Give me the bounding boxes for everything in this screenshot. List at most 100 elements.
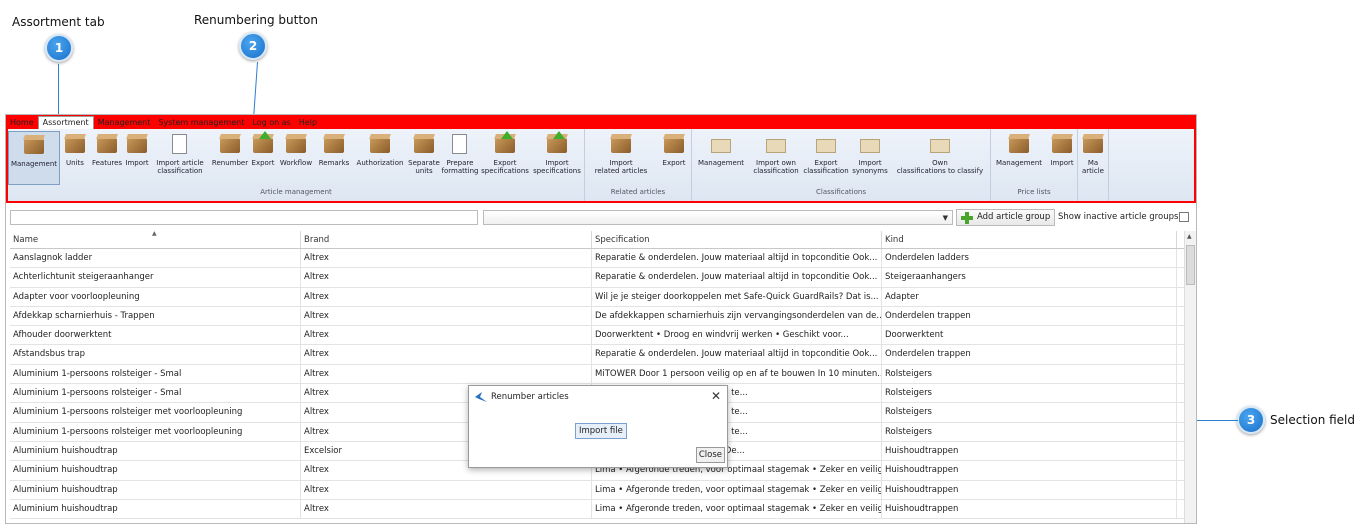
ribbon-units-button[interactable]: Units — [60, 131, 90, 185]
cell-name: Aluminium huishoudtrap — [10, 441, 301, 461]
cell-brand: Altrex — [301, 345, 592, 364]
ribbon-import-specifications-button[interactable]: Import specifications — [530, 131, 584, 185]
table-row[interactable]: Aluminium huishoudtrap Altrex Lima • Afger… — [10, 499, 1191, 520]
show-inactive-checkbox[interactable] — [1179, 212, 1189, 222]
ribbon-import-related-articles-button[interactable]: Import related articles — [585, 131, 657, 185]
ribbon-export-specifications-button[interactable]: Export specifications — [480, 131, 530, 185]
close-icon[interactable]: ✕ — [711, 389, 721, 403]
ribbon-workflow-button[interactable]: Workflow — [276, 131, 316, 185]
ribbon-group-label: Classifications — [816, 188, 866, 196]
table-row[interactable]: Afstandsbus trap Altrex Reparatie & onderd… — [10, 345, 1191, 365]
callout-3-label: Selection field — [1270, 413, 1356, 427]
cell-specification: Reparatie & onderdelen. Jouw materiaal a… — [592, 268, 882, 287]
cell-name: Aluminium huishoudtrap — [10, 480, 301, 499]
table-row[interactable]: Afdekkap scharnierhuis - Trappen Altrex De… — [10, 306, 1191, 327]
ribbon-management-button[interactable]: Management — [692, 131, 750, 185]
package-icon — [1007, 133, 1031, 157]
cell-name: Aluminium 1-persoons rolsteiger - Smal — [10, 364, 301, 384]
ribbon-renumber-button[interactable]: Renumber — [210, 131, 250, 185]
ribbon-features-button[interactable]: Features — [90, 131, 124, 185]
ribbon-export-button[interactable]: Export — [657, 131, 691, 185]
ribbon-button-label: Prepare formatting — [441, 159, 479, 175]
ribbon-import-own-classification-button[interactable]: Import own classification — [750, 131, 802, 185]
package-icon — [22, 134, 46, 158]
package-icon — [322, 133, 346, 157]
package-icon — [412, 133, 436, 157]
menu-system-management[interactable]: System management — [154, 117, 248, 129]
ribbon-import-button[interactable]: Import — [124, 131, 150, 185]
cell-specification: Reparatie & onderdelen. Jouw materiaal a… — [592, 249, 882, 268]
cell-name: Aluminium 1-persoons rolsteiger met voor… — [10, 422, 301, 441]
renumber-articles-dialog: Renumber articles ✕ Import file Close — [468, 385, 728, 468]
menu-help[interactable]: Help — [295, 117, 321, 129]
cell-name: Aluminium 1-persoons rolsteiger met voor… — [10, 403, 301, 422]
ribbon-prepare-formatting-button[interactable]: Prepare formatting — [440, 131, 480, 185]
ribbon-remarks-button[interactable]: Remarks — [316, 131, 352, 185]
ribbon-import-article-classification-button[interactable]: Import article classification — [150, 131, 210, 185]
ribbon-ma-article-button[interactable]: Ma article — [1078, 131, 1108, 185]
cell-specification: MiTOWER Door 1 persoon veilig op en af t… — [592, 364, 882, 384]
ribbon-group-buttons: Management Import — [991, 129, 1077, 185]
close-button[interactable]: Close — [695, 447, 725, 463]
column-header-brand[interactable]: Brand — [301, 231, 592, 248]
table-row[interactable]: Afhouder doorwerktent Altrex Doorwerktent … — [10, 326, 1191, 346]
dialog-title: Renumber articles — [491, 392, 569, 402]
show-inactive-label: Show inactive article groups — [1058, 212, 1179, 222]
add-article-group-button[interactable]: Add article group — [956, 209, 1056, 226]
ribbon-export-classification-button[interactable]: Export classification — [802, 131, 850, 185]
package-icon — [218, 133, 242, 157]
menu-assortment-tab[interactable]: Assortment — [37, 116, 94, 129]
cell-name: Aluminium huishoudtrap — [10, 461, 301, 480]
cell-name: Adapter voor voorloopleuning — [10, 287, 301, 306]
column-header-specification[interactable]: Specification — [592, 231, 882, 248]
ribbon-group-more: Ma article — [1078, 129, 1109, 201]
scrollbar-thumb[interactable] — [1186, 245, 1195, 285]
package-icon — [1081, 133, 1105, 157]
ribbon-button-label: Workflow — [279, 159, 313, 167]
menu-management[interactable]: Management — [94, 117, 155, 129]
table-row[interactable]: Adapter voor voorloopleuning Altrex Wil je… — [10, 287, 1191, 307]
table-row[interactable]: Aanslagnok ladder Altrex Reparatie & onder… — [10, 249, 1191, 269]
package-icon — [168, 133, 192, 157]
package-icon — [284, 133, 308, 157]
cell-brand: Altrex — [301, 268, 592, 287]
package-icon — [493, 131, 517, 157]
ribbon-group-buttons: Management Units Features Import Import arti… — [8, 129, 584, 185]
ribbon-own-classifications-to-classify-button[interactable]: Own classifications to classify — [890, 131, 990, 185]
ribbon-group-price-lists: Management Import Price lists — [991, 129, 1078, 201]
ribbon-button-label: Ma article — [1082, 159, 1104, 175]
column-header-kind[interactable]: Kind — [882, 231, 1177, 248]
ribbon-group-label — [1078, 185, 1108, 199]
ribbon-export-button[interactable]: Export — [250, 131, 276, 185]
table-row[interactable]: Aluminium huishoudtrap Altrex Lima • Afger… — [10, 480, 1191, 500]
ribbon-management-button[interactable]: Management — [8, 131, 60, 185]
ribbon-button-label: Units — [66, 159, 84, 167]
menu-log-on-as[interactable]: Log on as — [248, 117, 294, 129]
ribbon-button-label: Import article classification — [156, 159, 204, 175]
ribbon-authorization-button[interactable]: Authorization — [352, 131, 408, 185]
package-icon — [662, 133, 686, 157]
callout-3-badge: 3 — [1237, 406, 1265, 434]
cell-specification: Lima • Afgeronde treden, voor optimaal s… — [592, 499, 882, 519]
ribbon-button-label: Features — [91, 159, 123, 167]
column-header-name[interactable]: Name ▲ — [10, 230, 301, 248]
scroll-up-icon[interactable]: ▲ — [1187, 233, 1192, 240]
cell-name: Aluminium 1-persoons rolsteiger - Smal — [10, 384, 301, 403]
column-header-label: Name — [13, 235, 39, 245]
search-input[interactable] — [10, 210, 478, 225]
ribbon-management-button[interactable]: Management — [991, 131, 1047, 185]
ribbon-separate-units-button[interactable]: Separate units — [408, 131, 440, 185]
package-icon — [1050, 133, 1074, 157]
vertical-scrollbar[interactable]: ▲ — [1184, 231, 1196, 523]
cell-specification: De afdekkappen scharnierhuis zijn vervan… — [592, 306, 882, 326]
ribbon-import-synonyms-button[interactable]: Import synonyms — [850, 131, 890, 185]
table-row[interactable]: Achterlichtunit steigeraanhanger Altrex Re… — [10, 268, 1191, 288]
import-file-button[interactable]: Import file — [575, 423, 627, 439]
table-row[interactable]: Aluminium 1-persoons rolsteiger - Smal Al… — [10, 364, 1191, 385]
articles-grid: Name ▲ Brand Specification Kind Aanslagno… — [10, 230, 1191, 523]
ribbon-import-button[interactable]: Import — [1047, 131, 1077, 185]
menu-home[interactable]: Home — [6, 117, 38, 129]
cell-kind: Onderdelen trappen — [882, 345, 1177, 364]
article-group-dropdown[interactable]: ▼ — [483, 210, 953, 225]
package-icon — [63, 133, 87, 157]
